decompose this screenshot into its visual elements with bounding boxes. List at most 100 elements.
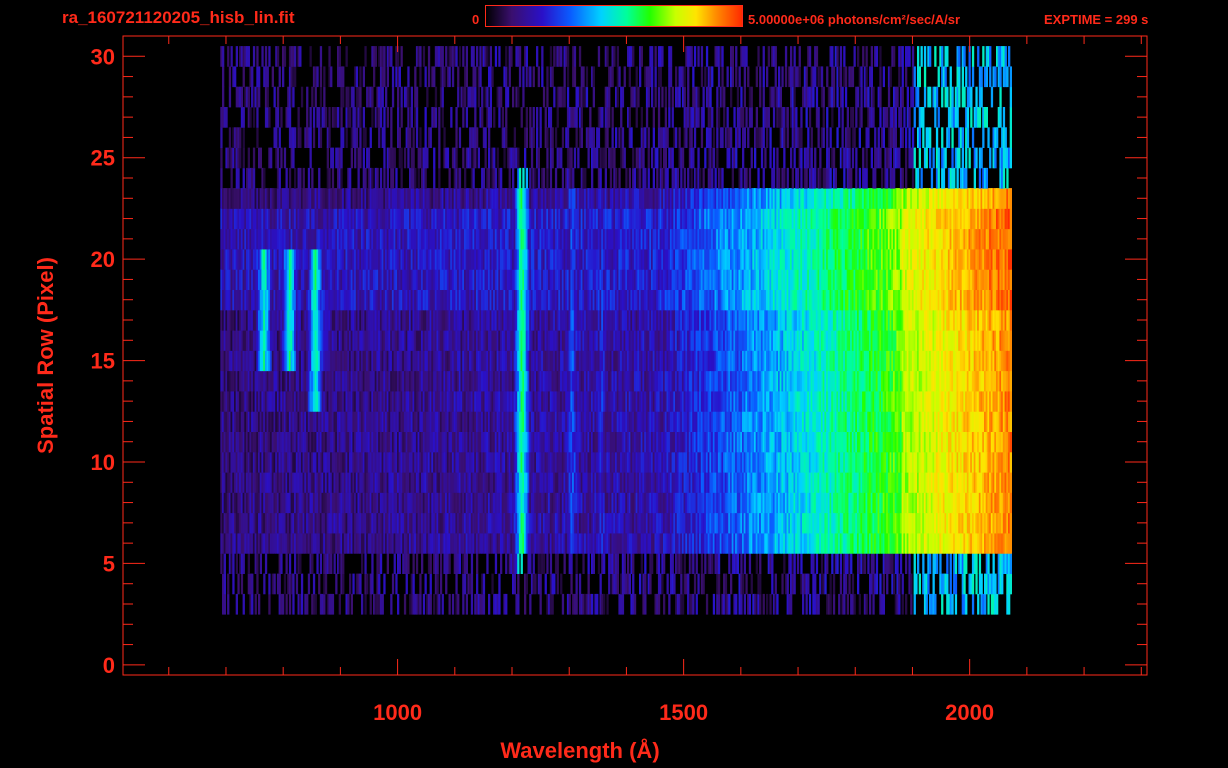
- heatmap-cell: [839, 553, 843, 574]
- heatmap-cell: [1008, 593, 1011, 615]
- heatmap-cell: [429, 553, 432, 574]
- heatmap-cell: [917, 553, 920, 574]
- heatmap-cell: [935, 553, 939, 574]
- heatmap-cell: [697, 573, 700, 595]
- heatmap-cell: [896, 553, 899, 574]
- heatmap-cell: [863, 553, 867, 574]
- heatmap-cell: [494, 553, 498, 574]
- heatmap-cell: [755, 553, 758, 574]
- heatmap-cell: [996, 593, 999, 615]
- heatmap-cell: [905, 593, 908, 615]
- heatmap-cell: [350, 593, 353, 615]
- heatmap-cell: [371, 573, 374, 595]
- heatmap-cell: [1009, 553, 1012, 574]
- heatmap-cell: [910, 593, 913, 615]
- heatmap-cell: [774, 573, 777, 595]
- heatmap-cell: [263, 573, 266, 595]
- heatmap-cell: [898, 593, 901, 615]
- heatmap-cell: [299, 553, 302, 574]
- heatmap-cell: [390, 593, 393, 615]
- heatmap-cell: [563, 553, 566, 574]
- heatmap-cell: [251, 573, 254, 595]
- heatmap-cell: [857, 573, 860, 595]
- heatmap-cell: [844, 573, 848, 595]
- heatmap-cell: [901, 593, 904, 615]
- heatmap-cell: [529, 553, 532, 574]
- heatmap-cell: [364, 593, 367, 615]
- heatmap-cell: [441, 593, 444, 615]
- heatmap-cell: [314, 593, 317, 615]
- heatmap-cell: [282, 593, 285, 615]
- heatmap-cell: [740, 553, 743, 574]
- heatmap-cell: [1009, 533, 1012, 554]
- heatmap-cell: [383, 573, 386, 595]
- heatmap-cell: [872, 593, 875, 615]
- heatmap-cell: [802, 593, 805, 615]
- heatmap-cell: [359, 573, 362, 595]
- heatmap-cell: [273, 573, 276, 595]
- heatmap-cell: [875, 553, 879, 574]
- heatmap-cell: [398, 553, 401, 574]
- heatmap-cell: [470, 593, 474, 615]
- heatmap-cell: [407, 553, 410, 574]
- heatmap-cell: [771, 553, 774, 574]
- heatmap-cell: [954, 553, 958, 574]
- heatmap-cell: [954, 573, 958, 595]
- heatmap-cell: [596, 593, 599, 615]
- heatmap-cell: [977, 593, 980, 615]
- heatmap-cell: [254, 593, 257, 615]
- heatmap-cell: [433, 593, 436, 615]
- heatmap-cell: [482, 573, 486, 595]
- heatmap-cell: [978, 553, 982, 574]
- heatmap-cell: [927, 573, 930, 595]
- heatmap-cell: [929, 553, 932, 574]
- heatmap-cell: [687, 573, 690, 595]
- heatmap-cell: [623, 553, 626, 574]
- heatmap-cell: [421, 553, 424, 574]
- heatmap-cell: [711, 553, 714, 574]
- heatmap-cell: [649, 573, 652, 595]
- heatmap-cell: [951, 593, 954, 615]
- heatmap-cell: [462, 593, 465, 615]
- heatmap-cell: [846, 593, 849, 615]
- heatmap-cell: [361, 593, 364, 615]
- heatmap-cell: [247, 553, 250, 574]
- heatmap-cell: [570, 573, 573, 595]
- heatmap-cell: [419, 573, 422, 595]
- heatmap-cell: [875, 573, 879, 595]
- heatmap-cell: [476, 553, 479, 574]
- heatmap-cell: [582, 553, 585, 574]
- heatmap-cell: [865, 593, 868, 615]
- heatmap-cell: [975, 573, 978, 595]
- heatmap-cell: [364, 553, 367, 574]
- heatmap-cell: [560, 573, 563, 595]
- heatmap-cell: [657, 593, 661, 615]
- heatmap-cell: [422, 593, 426, 615]
- heatmap-cell: [1001, 573, 1004, 595]
- heatmap-cell: [264, 553, 268, 574]
- heatmap-cell: [994, 573, 997, 595]
- heatmap-cell: [381, 593, 384, 615]
- heatmap-cell: [826, 553, 829, 574]
- heatmap-cell: [984, 593, 987, 615]
- heatmap-cell: [949, 553, 952, 574]
- heatmap-cell: [539, 593, 542, 615]
- heatmap-cell: [268, 593, 271, 615]
- heatmap-cell: [498, 593, 501, 615]
- heatmap-cell: [361, 553, 364, 574]
- heatmap-cell: [1009, 451, 1012, 473]
- heatmap-cell: [946, 573, 949, 595]
- heatmap-cell: [616, 573, 619, 595]
- heatmap-cell: [704, 553, 707, 574]
- heatmap-cell: [397, 593, 400, 615]
- heatmap-cell: [525, 573, 528, 595]
- heatmap-cell: [292, 573, 295, 595]
- heatmap-cell: [695, 553, 698, 574]
- heatmap-cell: [673, 573, 676, 595]
- heatmap-cell: [488, 593, 491, 615]
- heatmap-cell: [491, 573, 494, 595]
- heatmap-cell: [251, 593, 254, 615]
- heatmap-cell: [482, 593, 486, 615]
- heatmap-cell: [342, 573, 345, 595]
- heatmap-cell: [405, 573, 408, 595]
